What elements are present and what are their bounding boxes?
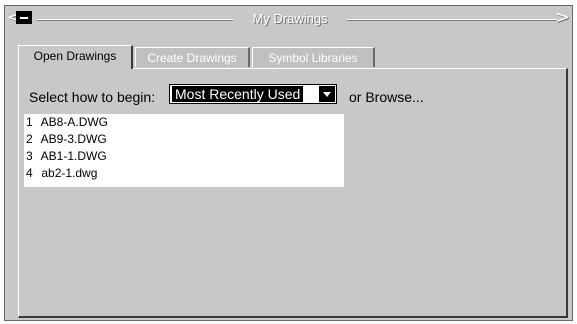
list-item-number: 4 bbox=[26, 166, 33, 180]
select-begin-label: Select how to begin: bbox=[29, 89, 156, 105]
title-bar[interactable]: < My Drawings > bbox=[5, 6, 572, 32]
list-item[interactable]: 3 AB1-1.DWG bbox=[24, 148, 344, 165]
begin-method-select[interactable]: Most Recently Used bbox=[169, 84, 337, 104]
chevron-right-icon: > bbox=[554, 7, 570, 28]
list-item-filename: ab2-1.dwg bbox=[41, 166, 98, 180]
list-item-filename: AB1-1.DWG bbox=[40, 149, 107, 163]
dropdown-button[interactable] bbox=[319, 86, 335, 102]
minus-icon bbox=[20, 17, 28, 19]
triangle-down-icon bbox=[323, 92, 331, 97]
my-drawings-window: < My Drawings > Open Drawings Create Dra… bbox=[4, 5, 573, 321]
list-item-number: 3 bbox=[26, 149, 33, 163]
list-item-number: 2 bbox=[26, 132, 33, 146]
browse-link[interactable]: or Browse... bbox=[349, 89, 424, 105]
list-item-filename: AB9-3.DWG bbox=[40, 132, 107, 146]
title-divider-left bbox=[37, 19, 233, 21]
tab-symbol-libraries[interactable]: Symbol Libraries bbox=[252, 47, 375, 67]
list-item-number: 1 bbox=[26, 115, 33, 129]
collapse-button[interactable] bbox=[16, 11, 32, 24]
tab-strip: Open Drawings Create Drawings Symbol Lib… bbox=[18, 45, 398, 69]
tab-open-drawings[interactable]: Open Drawings bbox=[18, 45, 133, 69]
begin-method-selected-value: Most Recently Used bbox=[172, 86, 304, 102]
list-item-filename: AB8-A.DWG bbox=[40, 115, 109, 129]
list-item[interactable]: 4 ab2-1.dwg bbox=[24, 165, 344, 182]
list-item[interactable]: 2 AB9-3.DWG bbox=[24, 131, 344, 148]
open-drawings-panel: Select how to begin: Most Recently Used … bbox=[18, 68, 568, 318]
window-title: My Drawings bbox=[252, 11, 328, 26]
tab-create-drawings[interactable]: Create Drawings bbox=[135, 47, 250, 67]
recent-files-list[interactable]: 1 AB8-A.DWG 2 AB9-3.DWG 3 AB1-1.DWG 4 ab… bbox=[24, 114, 344, 187]
list-item[interactable]: 1 AB8-A.DWG bbox=[24, 114, 344, 131]
title-divider-right bbox=[347, 19, 557, 21]
